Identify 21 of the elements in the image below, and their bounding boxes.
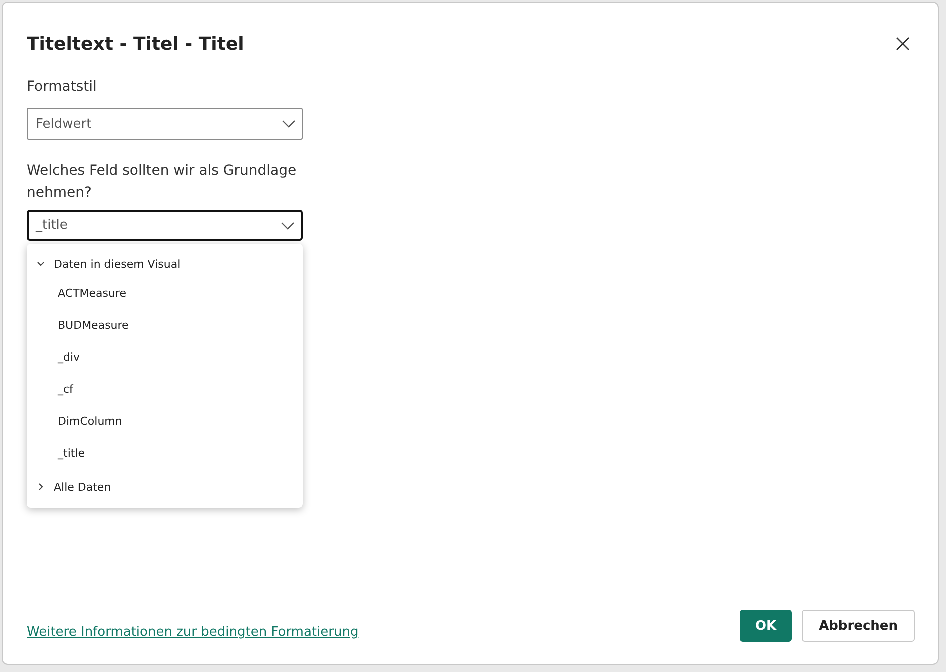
chevron-right-icon [36, 482, 46, 492]
field-dropdown[interactable]: _title [27, 210, 303, 241]
field-label: Welches Feld sollten wir als Grundlage nehmen? [27, 162, 298, 203]
field-item[interactable]: _cf [27, 374, 303, 406]
tree-group[interactable]: Alle Daten [27, 472, 303, 502]
info-link[interactable]: Weitere Informationen zur bedingten Formatierung [27, 624, 359, 640]
dialog-title: Titeltext - Titel - Titel [27, 34, 244, 54]
field-item[interactable]: ACTMeasure [27, 278, 303, 310]
field-item[interactable]: _title [27, 438, 303, 470]
field-label: Formatstil [27, 78, 98, 97]
field-item[interactable]: BUDMeasure [27, 310, 303, 342]
tree-group[interactable]: Daten in diesem Visual [27, 250, 303, 278]
ok-button[interactable]: OK [740, 610, 792, 642]
format-style-dropdown[interactable]: Feldwert [27, 108, 303, 140]
close-icon[interactable] [896, 37, 910, 51]
field-item[interactable]: _div [27, 342, 303, 374]
chevron-down-icon [282, 120, 296, 128]
cancel-button[interactable]: Abbrechen [802, 610, 915, 642]
chevron-down-icon [36, 259, 46, 269]
chevron-down-icon [281, 222, 295, 230]
field-item[interactable]: DimColumn [27, 406, 303, 438]
